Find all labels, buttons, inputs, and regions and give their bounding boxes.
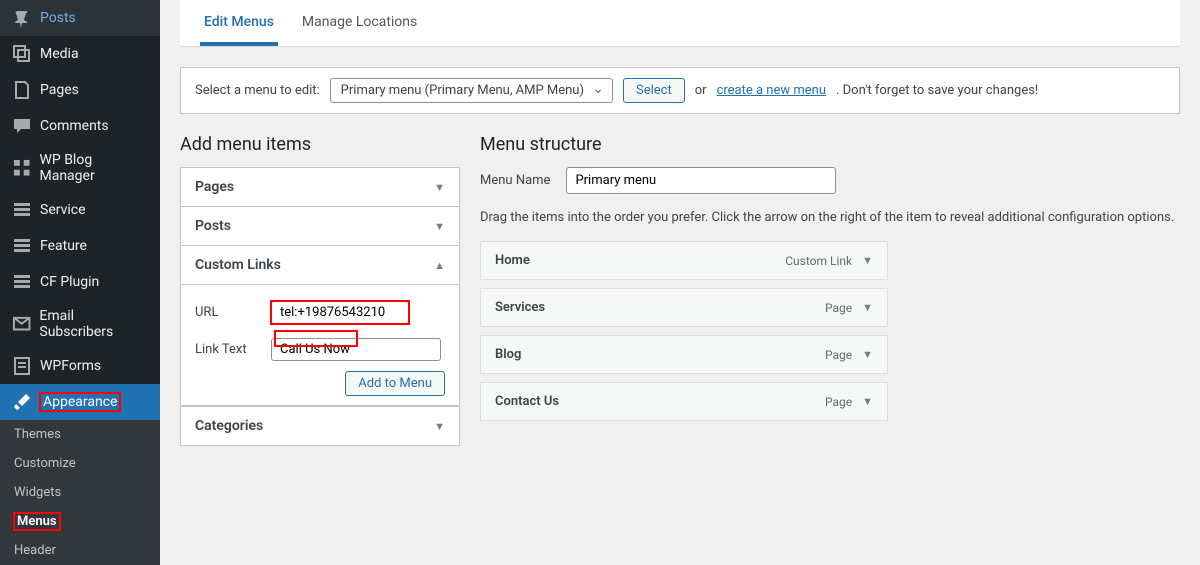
menu-name-input[interactable]	[566, 167, 836, 194]
chevron-down-icon: ▼	[434, 220, 445, 233]
chevron-down-icon: ▼	[434, 420, 445, 433]
menu-item-type: Page	[825, 395, 852, 409]
sidebar-item-label: Email Subscribers	[39, 308, 148, 340]
panel-categories[interactable]: Categories ▼	[181, 406, 459, 445]
sidebar-item-email-subscribers[interactable]: Email Subscribers	[0, 300, 160, 348]
url-input[interactable]	[271, 301, 409, 324]
page-icon	[12, 80, 32, 100]
submenu-widgets[interactable]: Widgets	[0, 478, 160, 507]
list-icon	[12, 236, 32, 256]
menu-item-title: Contact Us	[495, 394, 825, 409]
menu-name-label: Menu Name	[480, 173, 550, 188]
sidebar-item-label: Feature	[40, 238, 87, 254]
suffix-text: . Don't forget to save your changes!	[836, 83, 1038, 98]
chevron-down-icon[interactable]: ▼	[862, 348, 873, 361]
sidebar-item-service[interactable]: Service	[0, 192, 160, 228]
panel-custom-links[interactable]: Custom Links ▲	[181, 246, 459, 285]
sidebar-item-label: Comments	[40, 118, 109, 134]
sidebar-item-comments[interactable]: Comments	[0, 108, 160, 144]
menu-item-title: Blog	[495, 347, 825, 362]
content-area: Edit Menus Manage Locations Select a men…	[160, 0, 1200, 534]
sidebar-item-wpforms[interactable]: WPForms	[0, 348, 160, 384]
sidebar-item-appearance[interactable]: Appearance	[0, 384, 160, 420]
menu-item-title: Home	[495, 253, 785, 268]
add-menu-items-column: Add menu items Pages ▼ Posts ▼ Custom Li…	[180, 134, 460, 534]
submenu-header[interactable]: Header	[0, 536, 160, 565]
submenu-menus[interactable]: Menus	[0, 507, 160, 536]
or-text: or	[695, 83, 707, 98]
list-icon	[12, 200, 32, 220]
add-items-accordion: Pages ▼ Posts ▼ Custom Links ▲ URL	[180, 167, 460, 446]
submenu-themes[interactable]: Themes	[0, 420, 160, 449]
menu-dropdown[interactable]: Primary menu (Primary Menu, AMP Menu)	[330, 78, 613, 103]
sidebar-item-label: Appearance	[40, 393, 120, 411]
sidebar-item-feature[interactable]: Feature	[0, 228, 160, 264]
sidebar-item-label: WPForms	[40, 358, 101, 374]
link-text-label: Link Text	[195, 342, 261, 357]
custom-links-body: URL Link Text Add to Menu	[181, 285, 459, 406]
panel-title: Posts	[195, 218, 231, 234]
panel-title: Categories	[195, 418, 263, 434]
tab-edit-menus[interactable]: Edit Menus	[200, 0, 278, 46]
grid-icon	[12, 158, 31, 178]
sidebar-item-label: Pages	[40, 82, 79, 98]
menu-item[interactable]: Home Custom Link ▼	[480, 241, 888, 280]
link-text-highlight	[275, 331, 357, 346]
sidebar-item-label: WP Blog Manager	[39, 152, 148, 184]
panel-posts[interactable]: Posts ▼	[181, 207, 459, 246]
menu-item-type: Page	[825, 301, 852, 315]
sidebar-item-label: CF Plugin	[40, 274, 99, 290]
brush-icon	[12, 392, 32, 412]
sidebar-item-media[interactable]: Media	[0, 36, 160, 72]
sidebar-item-cf-plugin[interactable]: CF Plugin	[0, 264, 160, 300]
submenu-label: Menus	[14, 513, 60, 530]
envelope-icon	[12, 314, 31, 334]
menu-item[interactable]: Services Page ▼	[480, 288, 888, 327]
sidebar-item-posts[interactable]: Posts	[0, 0, 160, 36]
menu-structure-heading: Menu structure	[480, 134, 1180, 155]
url-label: URL	[195, 305, 261, 320]
appearance-submenu: Themes Customize Widgets Menus Header	[0, 420, 160, 565]
sidebar-item-pages[interactable]: Pages	[0, 72, 160, 108]
menu-item-type: Custom Link	[785, 254, 852, 268]
drag-hint: Drag the items into the order you prefer…	[480, 210, 1180, 225]
sidebar-item-wp-blog-manager[interactable]: WP Blog Manager	[0, 144, 160, 192]
menu-structure-column: Menu structure Menu Name Drag the items …	[480, 134, 1180, 534]
panel-title: Pages	[195, 179, 234, 195]
tabs-bar: Edit Menus Manage Locations	[180, 0, 1180, 47]
media-icon	[12, 44, 32, 64]
menu-item-type: Page	[825, 348, 852, 362]
menu-item[interactable]: Contact Us Page ▼	[480, 382, 888, 421]
tab-manage-locations[interactable]: Manage Locations	[298, 0, 421, 46]
sidebar-item-label: Service	[40, 202, 86, 218]
menu-select-row: Select a menu to edit: Primary menu (Pri…	[180, 67, 1180, 114]
chevron-down-icon: ▼	[434, 181, 445, 194]
panel-pages[interactable]: Pages ▼	[181, 168, 459, 207]
add-to-menu-button[interactable]: Add to Menu	[345, 371, 445, 396]
select-button[interactable]: Select	[623, 78, 685, 103]
sidebar-item-label: Posts	[40, 10, 76, 26]
sidebar-item-label: Media	[40, 46, 79, 62]
admin-sidebar: Posts Media Pages Comments WP Blog Manag…	[0, 0, 160, 534]
comment-icon	[12, 116, 32, 136]
create-menu-link[interactable]: create a new menu	[717, 83, 826, 98]
chevron-down-icon[interactable]: ▼	[862, 254, 873, 267]
submenu-customize[interactable]: Customize	[0, 449, 160, 478]
panel-title: Custom Links	[195, 257, 281, 273]
add-items-heading: Add menu items	[180, 134, 460, 155]
chevron-down-icon[interactable]: ▼	[862, 301, 873, 314]
select-menu-label: Select a menu to edit:	[195, 83, 320, 98]
chevron-down-icon[interactable]: ▼	[862, 395, 873, 408]
pin-icon	[12, 8, 32, 28]
form-icon	[12, 356, 32, 376]
menu-item[interactable]: Blog Page ▼	[480, 335, 888, 374]
list-icon	[12, 272, 32, 292]
menu-item-title: Services	[495, 300, 825, 315]
menu-items-list: Home Custom Link ▼ Services Page ▼ Blog …	[480, 241, 888, 421]
chevron-up-icon: ▲	[434, 259, 445, 272]
